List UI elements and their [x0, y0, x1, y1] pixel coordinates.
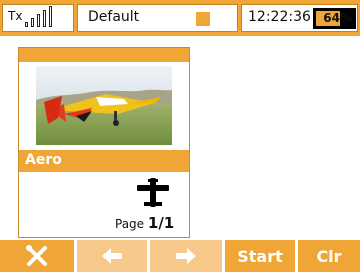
- page-label: Page: [115, 217, 145, 231]
- battery-percent: 64%: [323, 11, 352, 25]
- card-header: [19, 48, 189, 62]
- settings-button[interactable]: [0, 240, 74, 272]
- battery-icon: 64%: [313, 8, 356, 29]
- tx-signal-indicator: Tx: [2, 4, 74, 32]
- bottom-toolbar: Start Clr: [0, 240, 360, 272]
- status-indicator-square: [196, 12, 210, 26]
- next-button[interactable]: [150, 240, 222, 272]
- model-name: Default: [88, 9, 140, 25]
- model-card[interactable]: Aero Page 1/1: [18, 47, 190, 238]
- wrench-screwdriver-icon: [26, 245, 47, 266]
- arrow-left-icon: [102, 248, 122, 264]
- time-battery-field: 12:22:36 64%: [241, 4, 358, 32]
- clock-time: 12:22:36: [248, 9, 311, 25]
- model-name-field[interactable]: Default: [77, 4, 238, 32]
- model-name-bar: Aero: [19, 150, 189, 172]
- prev-button[interactable]: [77, 240, 147, 272]
- clear-button[interactable]: Clr: [298, 240, 360, 272]
- airplane-icon: [135, 177, 171, 209]
- status-bar: Tx Default 12:22:36 64%: [0, 0, 360, 36]
- model-card-name: Aero: [25, 152, 62, 168]
- page-value: 1/1: [147, 214, 175, 232]
- model-photo: [36, 66, 172, 145]
- page-indicator: Page 1/1: [115, 214, 174, 232]
- start-button[interactable]: Start: [225, 240, 295, 272]
- tx-label: Tx: [8, 9, 23, 23]
- arrow-right-icon: [176, 248, 196, 264]
